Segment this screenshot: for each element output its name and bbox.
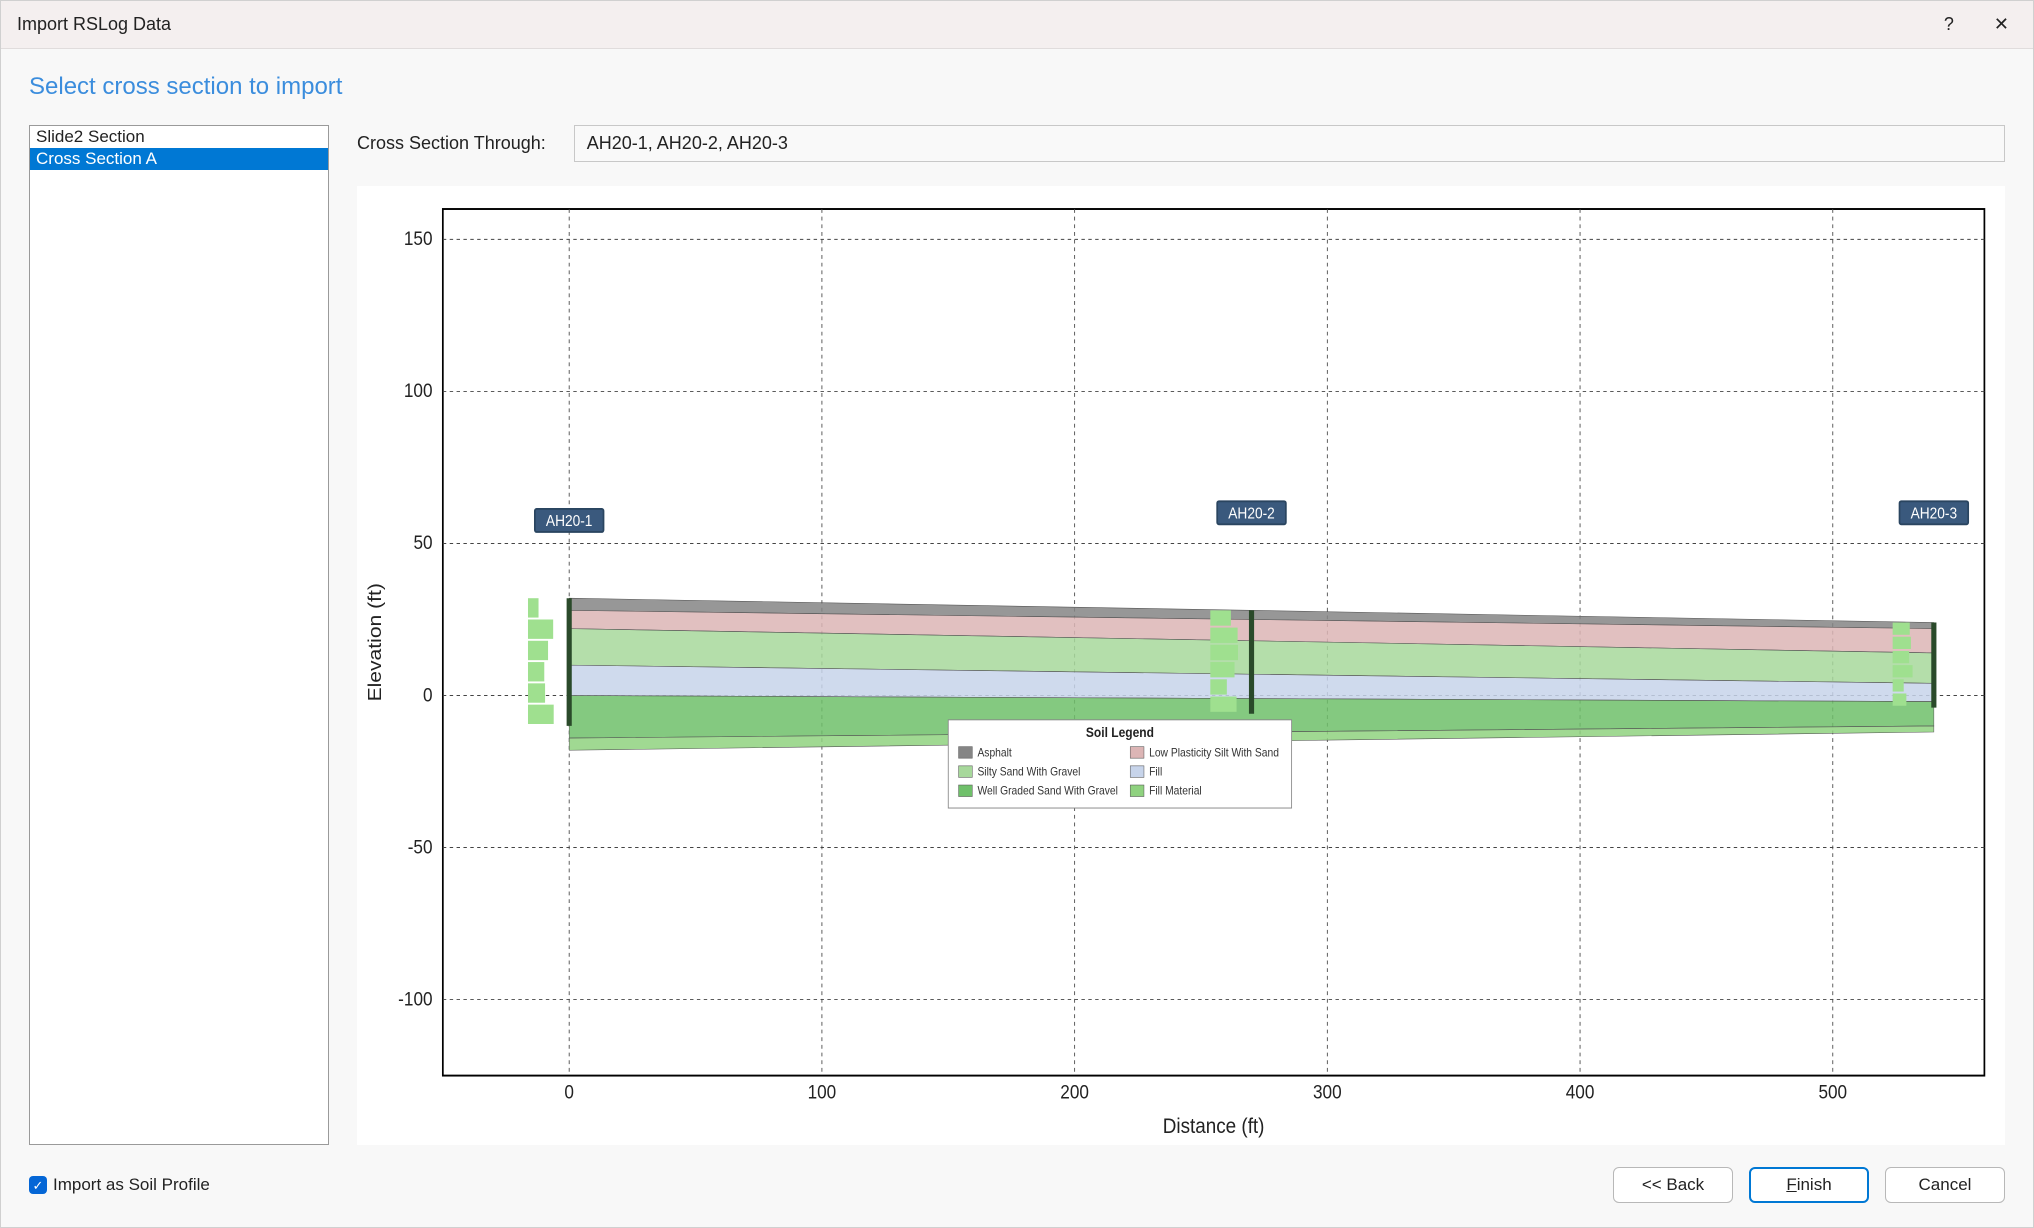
svg-text:Fill: Fill bbox=[1149, 766, 1162, 779]
close-button[interactable]: ✕ bbox=[1986, 14, 2017, 35]
svg-text:-100: -100 bbox=[398, 989, 432, 1010]
back-button[interactable]: << Back bbox=[1613, 1167, 1733, 1203]
svg-text:Low Plasticity Silt With Sand: Low Plasticity Silt With Sand bbox=[1149, 747, 1279, 760]
svg-text:400: 400 bbox=[1566, 1082, 1595, 1103]
svg-text:300: 300 bbox=[1313, 1082, 1342, 1103]
finish-button[interactable]: Finish bbox=[1749, 1167, 1869, 1203]
checkmark-icon: ✓ bbox=[29, 1176, 47, 1194]
checkbox-label: Import as Soil Profile bbox=[53, 1175, 210, 1195]
help-button[interactable]: ? bbox=[1936, 14, 1962, 35]
svg-text:0: 0 bbox=[564, 1082, 574, 1103]
import-soil-profile-checkbox[interactable]: ✓ Import as Soil Profile bbox=[29, 1175, 210, 1195]
window-title: Import RSLog Data bbox=[17, 14, 1936, 35]
cross-section-chart: 0 100 200 300 400 500 -100 -50 0 50 100 150 Distance… bbox=[357, 186, 2005, 1145]
titlebar: Import RSLog Data ? ✕ bbox=[1, 1, 2033, 49]
svg-text:AH20-1: AH20-1 bbox=[546, 514, 593, 531]
svg-text:100: 100 bbox=[404, 381, 433, 402]
svg-text:Asphalt: Asphalt bbox=[977, 747, 1011, 760]
import-rslog-dialog: Import RSLog Data ? ✕ Select cross secti… bbox=[0, 0, 2034, 1228]
svg-text:AH20-3: AH20-3 bbox=[1911, 506, 1958, 523]
dialog-footer: ✓ Import as Soil Profile << Back Finish … bbox=[29, 1145, 2005, 1203]
svg-text:Elevation (ft): Elevation (ft) bbox=[365, 584, 386, 702]
cross-section-svg: 0 100 200 300 400 500 -100 -50 0 50 100 150 Distance… bbox=[357, 186, 2005, 1145]
dialog-content: Select cross section to import Slide2 Se… bbox=[1, 49, 2033, 1227]
svg-text:0: 0 bbox=[423, 685, 433, 706]
right-column: Cross Section Through: AH20-1, AH20-2, A… bbox=[357, 125, 2005, 1145]
titlebar-buttons: ? ✕ bbox=[1936, 14, 2017, 35]
svg-text:AH20-2: AH20-2 bbox=[1228, 506, 1275, 523]
svg-text:Distance (ft): Distance (ft) bbox=[1163, 1116, 1265, 1139]
svg-text:Fill Material: Fill Material bbox=[1149, 786, 1202, 799]
svg-text:500: 500 bbox=[1818, 1082, 1847, 1103]
svg-text:Well Graded Sand With Gravel: Well Graded Sand With Gravel bbox=[977, 786, 1117, 799]
cross-section-through-field: AH20-1, AH20-2, AH20-3 bbox=[574, 125, 2005, 162]
cross-section-through-label: Cross Section Through: bbox=[357, 133, 546, 154]
main-row: Slide2 SectionCross Section A Cross Sect… bbox=[29, 125, 2005, 1145]
cancel-button[interactable]: Cancel bbox=[1885, 1167, 2005, 1203]
cross-section-through-row: Cross Section Through: AH20-1, AH20-2, A… bbox=[357, 125, 2005, 162]
section-list-item[interactable]: Cross Section A bbox=[30, 148, 328, 170]
svg-text:150: 150 bbox=[404, 229, 433, 250]
svg-text:100: 100 bbox=[808, 1082, 837, 1103]
svg-text:50: 50 bbox=[413, 533, 432, 554]
svg-text:Silty Sand With Gravel: Silty Sand With Gravel bbox=[977, 766, 1080, 779]
section-list-item[interactable]: Slide2 Section bbox=[30, 126, 328, 148]
svg-text:200: 200 bbox=[1060, 1082, 1089, 1103]
svg-text:-50: -50 bbox=[408, 837, 433, 858]
page-heading: Select cross section to import bbox=[29, 73, 2005, 101]
svg-text:Soil Legend: Soil Legend bbox=[1086, 725, 1154, 741]
section-listbox[interactable]: Slide2 SectionCross Section A bbox=[29, 125, 329, 1145]
